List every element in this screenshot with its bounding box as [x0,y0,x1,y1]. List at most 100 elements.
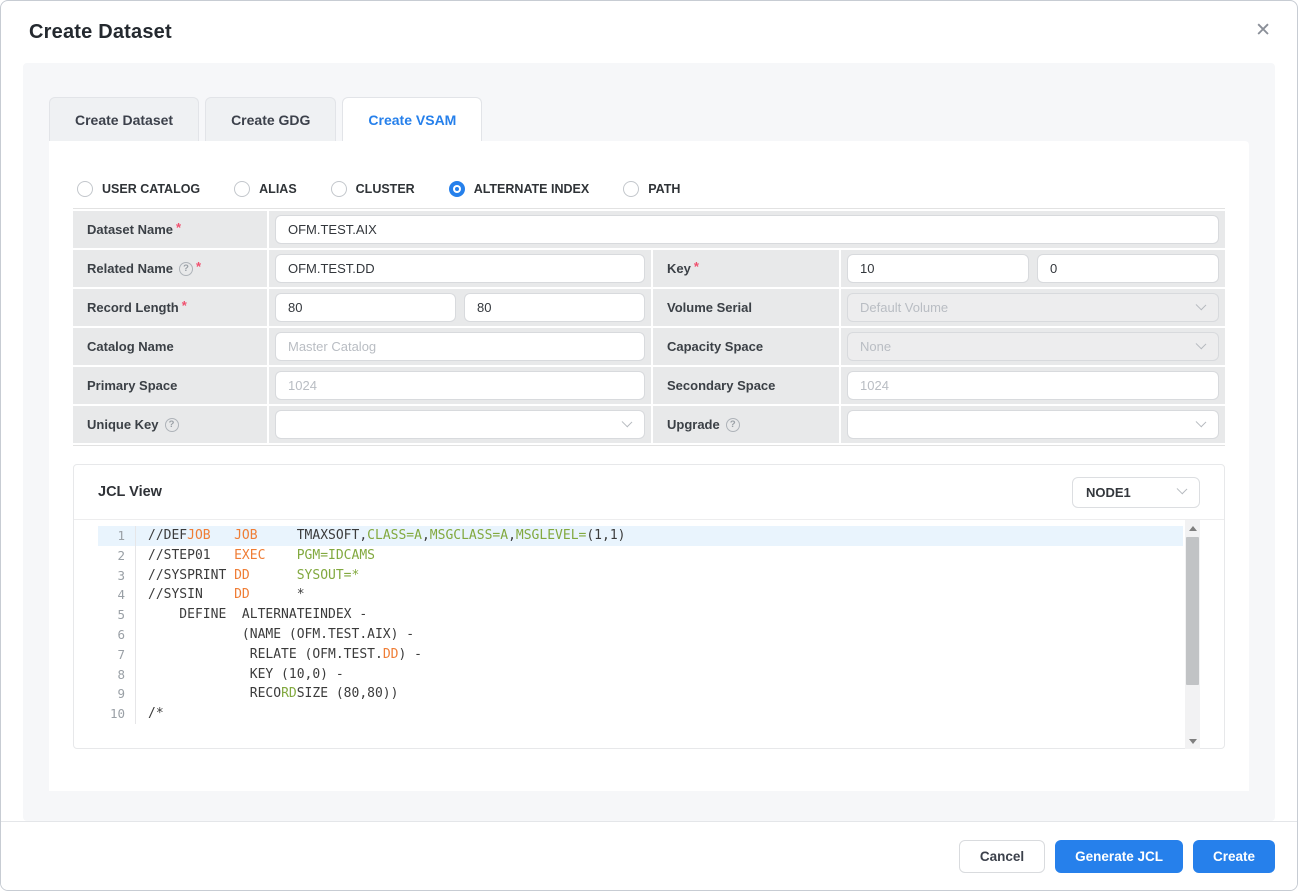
catalog-name-label: Catalog Name [73,328,267,365]
record-length-avg-input[interactable] [275,293,456,322]
line-text: RECORDSIZE (80,80)) [136,684,398,704]
line-number: 4 [98,585,136,605]
vsam-type-radio-group: USER CATALOG ALIAS CLUSTER ALTERNATE IND… [73,141,1225,208]
capacity-space-select: None [847,332,1219,361]
code-line: 3//SYSPRINT DD SYSOUT=* [98,566,1183,586]
line-number: 8 [98,665,136,685]
line-text: RELATE (OFM.TEST.DD) - [136,645,422,665]
node-select[interactable]: NODE1 [1072,477,1200,508]
jcl-view-title: JCL View [98,484,162,500]
radio-icon [234,181,250,197]
dataset-name-label: Dataset Name* [73,211,267,248]
upgrade-select[interactable] [847,410,1219,439]
tab-create-vsam[interactable]: Create VSAM [342,97,482,141]
dialog-header: Create Dataset ✕ [1,1,1297,63]
radio-selected-icon [449,181,465,197]
chevron-down-icon [622,417,633,428]
code-line: 4//SYSIN DD * [98,585,1183,605]
line-text: DEFINE ALTERNATEINDEX - [136,605,367,625]
create-button[interactable]: Create [1193,840,1275,873]
jcl-code-editor: 1//DEFJOB JOB TMAXSOFT,CLASS=A,MSGCLASS=… [98,520,1200,749]
radio-icon [623,181,639,197]
page-title: Create Dataset [29,21,1269,44]
tab-create-dataset[interactable]: Create Dataset [49,97,199,141]
line-text: //STEP01 EXEC PGM=IDCAMS [136,546,375,566]
upgrade-label: Upgrade ? [653,406,839,443]
chevron-down-icon [1196,417,1207,428]
chevron-down-icon [1196,339,1207,350]
radio-user-catalog[interactable]: USER CATALOG [77,181,200,197]
chevron-down-icon [1177,483,1188,494]
secondary-space-label: Secondary Space [653,367,839,404]
line-number: 5 [98,605,136,625]
code-line: 8 KEY (10,0) - [98,665,1183,685]
line-text: //DEFJOB JOB TMAXSOFT,CLASS=A,MSGCLASS=A… [136,526,626,546]
code-lines: 1//DEFJOB JOB TMAXSOFT,CLASS=A,MSGCLASS=… [98,526,1200,724]
radio-path[interactable]: PATH [623,181,680,197]
close-icon[interactable]: ✕ [1255,21,1271,40]
line-text: /* [136,704,164,724]
key-label: Key* [653,250,839,287]
radio-alternate-index[interactable]: ALTERNATE INDEX [449,181,590,197]
radio-icon [77,181,93,197]
radio-cluster[interactable]: CLUSTER [331,181,415,197]
radio-alias[interactable]: ALIAS [234,181,297,197]
volume-serial-label: Volume Serial [653,289,839,326]
chevron-down-icon [1196,300,1207,311]
scroll-up-arrow[interactable] [1185,520,1200,536]
vsam-form: Dataset Name* Related Name ? * Key* [73,208,1225,446]
line-number: 7 [98,645,136,665]
capacity-space-label: Capacity Space [653,328,839,365]
required-mark: * [196,259,201,274]
create-dataset-dialog: Create Dataset ✕ Create Dataset Create G… [0,0,1298,891]
line-number: 9 [98,684,136,704]
line-number: 6 [98,625,136,645]
related-name-input[interactable] [275,254,645,283]
dialog-body: Create Dataset Create GDG Create VSAM US… [23,63,1275,821]
unique-key-label: Unique Key ? [73,406,267,443]
key-length-input[interactable] [847,254,1029,283]
scroll-down-arrow[interactable] [1185,733,1200,749]
jcl-view-panel: JCL View NODE1 1//DEFJOB JOB TMAXSOFT,CL… [73,464,1225,749]
generate-jcl-button[interactable]: Generate JCL [1055,840,1183,873]
line-number: 3 [98,566,136,586]
tab-content: USER CATALOG ALIAS CLUSTER ALTERNATE IND… [49,141,1249,791]
record-length-label: Record Length* [73,289,267,326]
line-text: //SYSIN DD * [136,585,305,605]
code-line: 9 RECORDSIZE (80,80)) [98,684,1183,704]
secondary-space-input[interactable] [847,371,1219,400]
line-number: 1 [98,526,136,546]
help-icon[interactable]: ? [726,418,740,432]
primary-space-input[interactable] [275,371,645,400]
cancel-button[interactable]: Cancel [959,840,1045,873]
required-mark: * [176,220,181,235]
line-text: (NAME (OFM.TEST.AIX) - [136,625,414,645]
catalog-name-input[interactable] [275,332,645,361]
volume-serial-select: Default Volume [847,293,1219,322]
line-text: //SYSPRINT DD SYSOUT=* [136,566,359,586]
required-mark: * [182,298,187,313]
key-offset-input[interactable] [1037,254,1219,283]
dialog-footer: Cancel Generate JCL Create [1,821,1297,890]
tab-bar: Create Dataset Create GDG Create VSAM [49,97,1249,141]
tab-create-gdg[interactable]: Create GDG [205,97,336,141]
code-line: 10/* [98,704,1183,724]
help-icon[interactable]: ? [165,418,179,432]
unique-key-select[interactable] [275,410,645,439]
related-name-label: Related Name ? * [73,250,267,287]
code-line: 6 (NAME (OFM.TEST.AIX) - [98,625,1183,645]
line-number: 2 [98,546,136,566]
code-line: 2//STEP01 EXEC PGM=IDCAMS [98,546,1183,566]
radio-icon [331,181,347,197]
code-line: 1//DEFJOB JOB TMAXSOFT,CLASS=A,MSGCLASS=… [98,526,1183,546]
vertical-scrollbar[interactable] [1185,520,1200,749]
scrollbar-thumb[interactable] [1186,537,1199,685]
required-mark: * [694,259,699,274]
line-text: KEY (10,0) - [136,665,344,685]
line-number: 10 [98,704,136,724]
code-line: 5 DEFINE ALTERNATEINDEX - [98,605,1183,625]
record-length-max-input[interactable] [464,293,645,322]
code-line: 7 RELATE (OFM.TEST.DD) - [98,645,1183,665]
dataset-name-input[interactable] [275,215,1219,244]
help-icon[interactable]: ? [179,262,193,276]
